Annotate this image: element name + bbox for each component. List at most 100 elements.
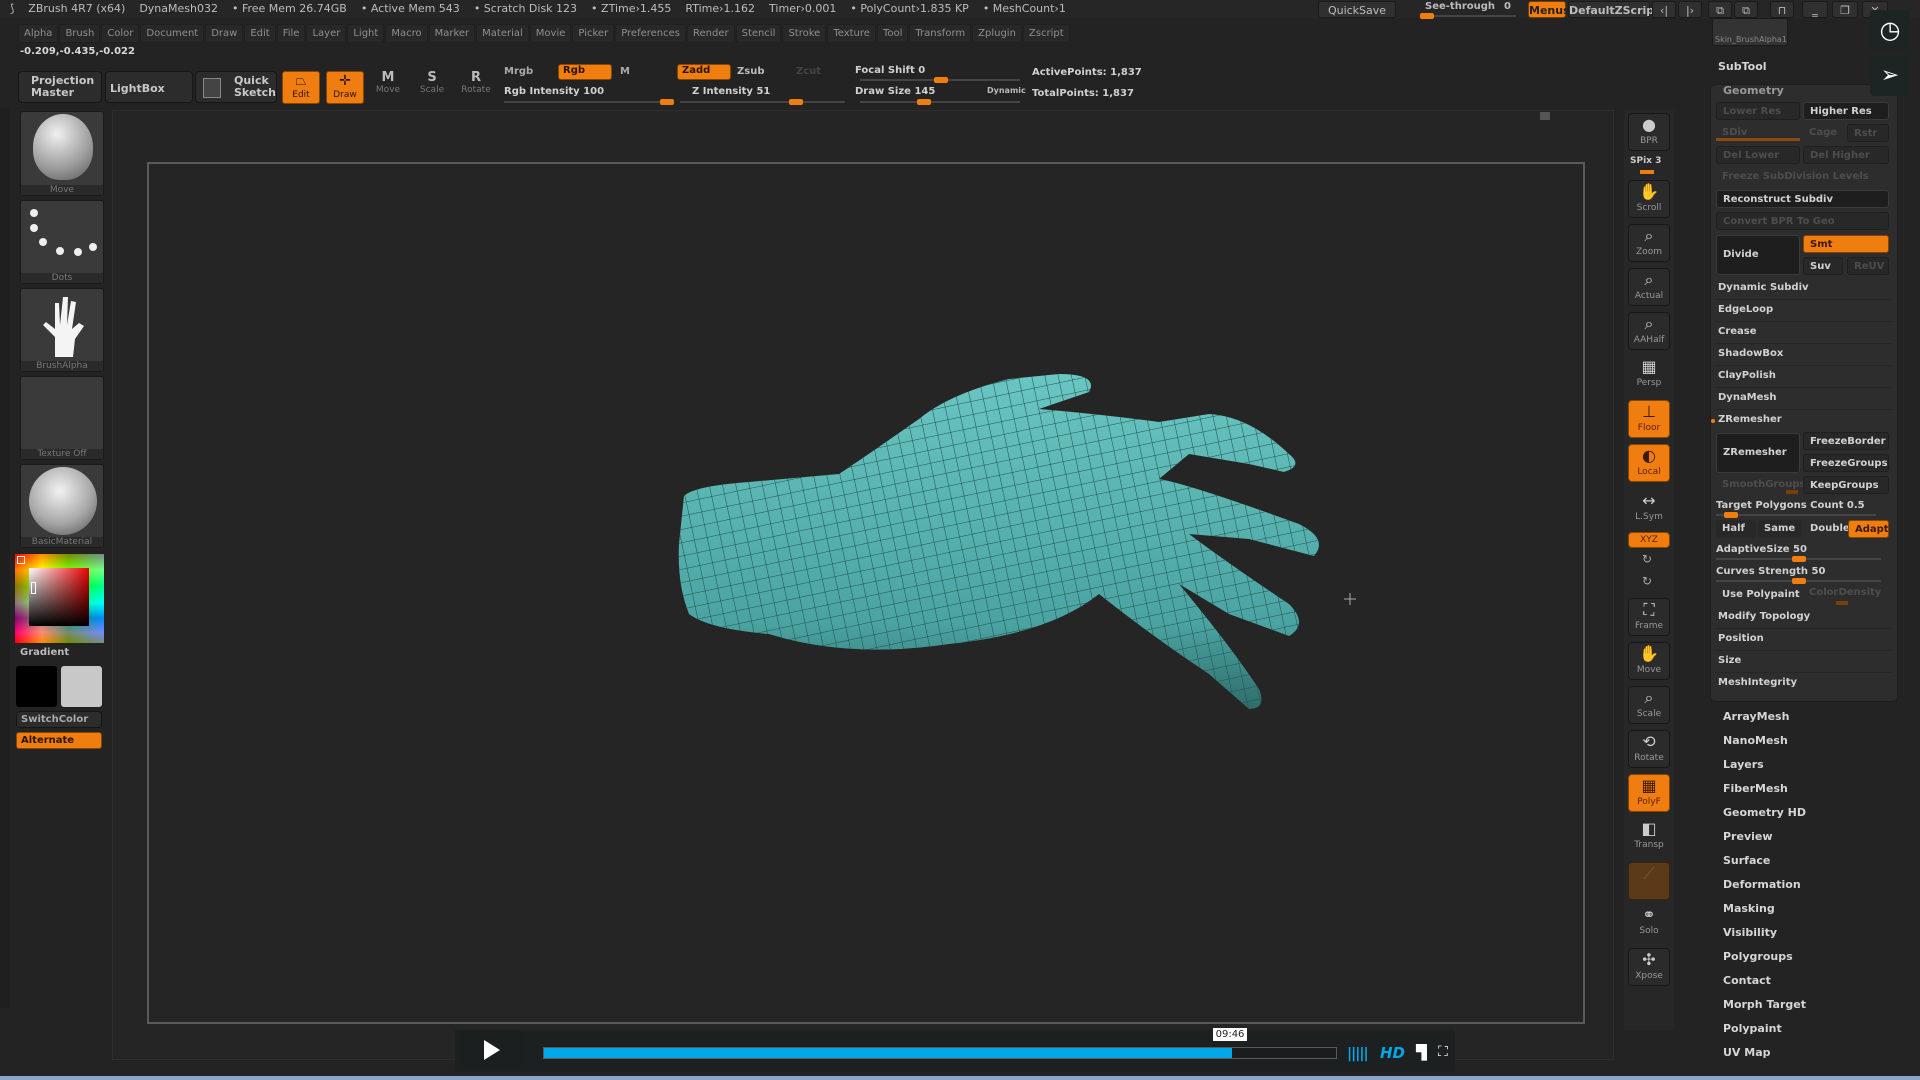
brush-selector[interactable]: Move [20,111,104,196]
rotate-y-icon[interactable]: ↻ [1642,552,1652,566]
dynamesh-section[interactable]: DynaMesh [1718,392,1777,403]
xyz-button[interactable]: XYZ [1628,532,1670,548]
popout-icon[interactable]: ▜ [1416,1045,1427,1061]
modify-topology-section[interactable]: Modify Topology [1718,611,1810,622]
freeze-subdivision-button[interactable]: Freeze SubDivision Levels [1716,168,1889,186]
preview-subpalette[interactable]: Preview [1723,830,1773,843]
rotate-button[interactable]: R Rotate [458,70,494,104]
zsub-button[interactable]: Zsub [737,66,764,77]
spix-slider[interactable]: SPix 3 [1630,156,1661,166]
mrgb-button[interactable]: Mrgb [504,66,533,77]
higher-res-button[interactable]: Higher Res [1803,102,1889,120]
solo-button[interactable]: ⚭ Solo [1628,904,1670,942]
menu-alpha[interactable]: Alpha [18,24,59,43]
floor-button[interactable]: ⊥ Floor [1628,400,1670,438]
spix-knob[interactable] [1640,170,1654,174]
alpha-selector[interactable]: BrushAlpha [20,288,104,372]
quick-sketch-button[interactable]: Quick Sketch [195,71,277,103]
smt-toggle[interactable]: Smt [1803,235,1889,253]
color-picker-cursor[interactable] [31,582,36,594]
draw-size-knob[interactable] [917,99,931,105]
persp-button[interactable]: ▦ Persp [1628,356,1670,394]
reuv-button[interactable]: ReUV [1847,257,1889,275]
volume-icon[interactable]: ||||| [1347,1046,1369,1062]
focal-shift-slider[interactable]: Focal Shift 0 [855,63,1025,83]
crease-section[interactable]: Crease [1718,326,1757,337]
main-color-swatch[interactable] [16,666,57,707]
alternate-button[interactable]: Alternate [16,732,102,749]
edgeloop-section[interactable]: EdgeLoop [1718,304,1773,315]
rgb-button[interactable]: Rgb [558,64,612,80]
menu-file[interactable]: File [276,24,306,43]
menu-marker[interactable]: Marker [428,24,476,43]
menu-macro[interactable]: Macro [385,24,428,43]
actual-button[interactable]: ⌕ Actual [1628,268,1670,306]
del-higher-button[interactable]: Del Higher [1803,146,1889,164]
menu-zscript[interactable]: Zscript [1022,24,1070,43]
edit-button[interactable]: ⏢ Edit [282,71,320,104]
canvas-resize-handle[interactable] [1540,112,1550,120]
color-density-slider[interactable]: ColorDensity [1803,584,1889,602]
rstr-button[interactable]: Rstr [1847,124,1889,142]
zremesher-button[interactable]: ZRemesher [1716,433,1800,473]
scale-view-button[interactable]: ⌕ Scale [1628,686,1670,724]
menu-document[interactable]: Document [140,24,205,43]
rgb-intensity-knob[interactable] [660,99,674,105]
menu-brush[interactable]: Brush [59,24,101,43]
masking-subpalette[interactable]: Masking [1723,902,1775,915]
restore-icon[interactable]: ❐ [1832,1,1858,18]
zremesher-section[interactable]: ZRemesher [1718,414,1782,425]
rotate-view-button[interactable]: ⟲ Rotate [1628,730,1670,768]
menu-material[interactable]: Material [476,24,529,43]
zcut-button[interactable]: Zcut [796,66,821,77]
m-button[interactable]: M [620,66,630,77]
z-intensity-slider[interactable]: Z Intensity 51 [680,84,845,105]
brush-alpha-thumbnail[interactable]: Skin_BrushAlpha1 [1712,18,1788,46]
play-button[interactable] [458,1030,522,1070]
menu-texture[interactable]: Texture [827,24,876,43]
ghost-button[interactable]: ⟋ [1628,862,1670,900]
polypaint-subpalette[interactable]: Polypaint [1723,1022,1782,1035]
stroke-selector[interactable]: Dots [20,200,104,284]
rgb-intensity-slider[interactable]: Rgb Intensity 100 [504,84,674,105]
secondary-color-swatch[interactable] [61,666,102,707]
see-through-knob[interactable] [1420,13,1434,19]
reconstruct-subdiv-button[interactable]: Reconstruct Subdiv [1716,190,1889,208]
hue-marker[interactable] [17,556,25,564]
dynamic-subdiv-section[interactable]: Dynamic Subdiv [1718,282,1809,293]
menu-layer[interactable]: Layer [306,24,347,43]
polyf-button[interactable]: ▦ PolyF [1628,774,1670,812]
gradient-toggle[interactable]: Gradient [20,647,69,658]
color-square[interactable] [29,568,89,626]
suv-toggle[interactable]: Suv [1803,257,1843,275]
use-polypaint-toggle[interactable]: Use Polypaint [1716,586,1800,604]
fibermesh-subpalette[interactable]: FiberMesh [1723,782,1788,795]
menu-zplugin[interactable]: Zplugin [972,24,1022,43]
lock-icon[interactable]: ⊓ [1770,1,1794,18]
transp-button[interactable]: ◧ Transp [1628,818,1670,856]
curves-strength-knob[interactable] [1792,578,1806,584]
material-selector[interactable]: BasicMaterial [20,464,104,548]
clock-icon[interactable]: ◷ [1870,10,1910,50]
zoom-button[interactable]: ⌕ Zoom [1628,224,1670,262]
video-progress-bar[interactable] [543,1047,1337,1059]
nanomesh-subpalette[interactable]: NanoMesh [1723,734,1788,747]
move-view-button[interactable]: ✋ Move [1628,642,1670,680]
arraymesh-subpalette[interactable]: ArrayMesh [1723,710,1789,723]
layers-subpalette[interactable]: Layers [1723,758,1764,771]
texture-selector[interactable]: Texture Off [20,376,104,460]
target-polygons-slider[interactable]: Target Polygons Count 0.5 [1716,498,1886,518]
scroll-button[interactable]: ✋ Scroll [1628,180,1670,218]
cage-button[interactable]: Cage [1803,124,1843,142]
deformation-subpalette[interactable]: Deformation [1723,878,1801,891]
uv-map-subpalette[interactable]: UV Map [1723,1046,1771,1059]
menu-transform[interactable]: Transform [909,24,972,43]
menu-render[interactable]: Render [687,24,735,43]
see-through-slider[interactable]: See-through 0 [1420,0,1520,19]
menu-light[interactable]: Light [347,24,385,43]
sdiv-track[interactable] [1716,138,1800,141]
aahalf-button[interactable]: ⌕ AAHalf [1628,312,1670,350]
curves-strength-slider[interactable]: Curves Strength 50 [1716,564,1886,584]
menu-preferences[interactable]: Preferences [615,24,687,43]
menu-movie[interactable]: Movie [529,24,572,43]
